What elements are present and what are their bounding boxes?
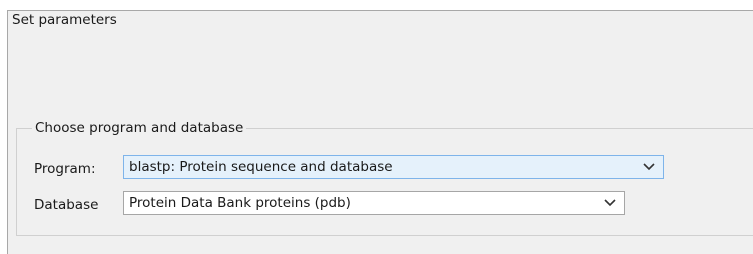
database-select-value: Protein Data Bank proteins (pdb) — [129, 195, 351, 211]
program-label: Program: — [34, 161, 96, 177]
program-database-group — [16, 128, 753, 236]
group-legend: Choose program and database — [32, 120, 247, 136]
panel-title: Set parameters — [12, 12, 117, 28]
chevron-down-icon[interactable] — [635, 156, 663, 178]
database-select[interactable]: Protein Data Bank proteins (pdb) — [123, 191, 625, 215]
chevron-down-icon[interactable] — [596, 192, 624, 214]
program-select-value: blastp: Protein sequence and database — [129, 159, 393, 175]
database-label: Database — [34, 197, 99, 213]
program-select[interactable]: blastp: Protein sequence and database — [123, 155, 664, 179]
